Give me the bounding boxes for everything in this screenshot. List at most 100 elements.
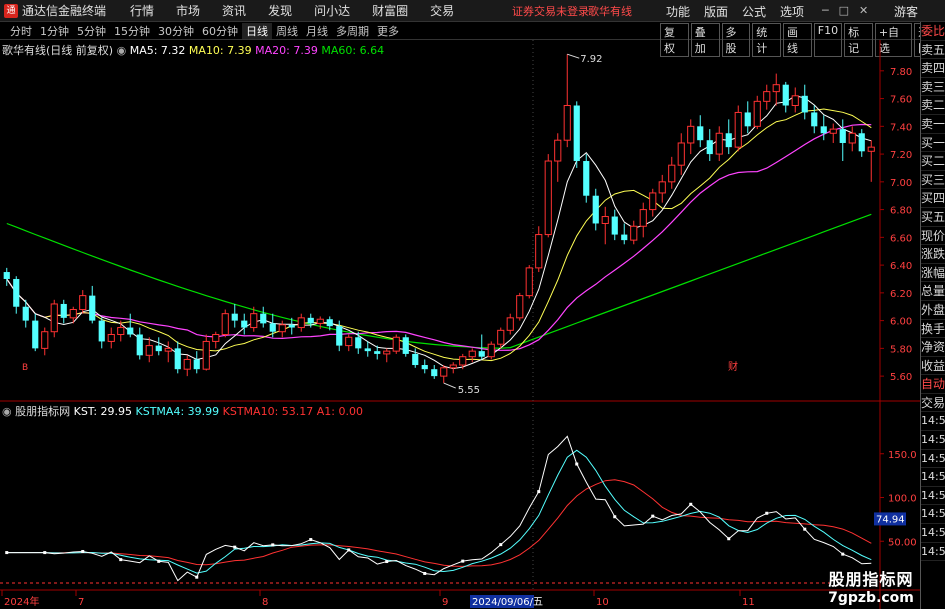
- menu-trade[interactable]: 交易: [430, 2, 454, 19]
- candle-down: [364, 348, 371, 352]
- price-axis-label: 5.60: [890, 372, 912, 383]
- candle-up: [345, 336, 353, 347]
- menu-options[interactable]: 选项: [780, 3, 804, 20]
- candle-up: [668, 164, 676, 183]
- ma60-line: [6, 213, 872, 349]
- period-tab[interactable]: 分时: [6, 23, 36, 39]
- side-item[interactable]: 买五: [921, 208, 945, 227]
- side-item[interactable]: 买四: [921, 189, 945, 208]
- menu-layout[interactable]: 版面: [704, 3, 728, 20]
- tick-time: 14:56: [921, 524, 945, 543]
- period-tab[interactable]: 多周期: [332, 23, 373, 39]
- period-tab[interactable]: 周线: [272, 23, 302, 39]
- period-tab[interactable]: 5分钟: [73, 23, 110, 39]
- candle-up: [79, 295, 87, 311]
- a1-label: A1: 0.00: [316, 405, 363, 418]
- candle-up: [383, 350, 391, 355]
- period-tab[interactable]: 月线: [302, 23, 332, 39]
- candle-down: [583, 161, 590, 196]
- period-tab[interactable]: 15分钟: [110, 23, 154, 39]
- side-item[interactable]: 收益: [921, 357, 945, 376]
- candle-up: [497, 329, 505, 345]
- side-item[interactable]: 卖五: [921, 41, 945, 60]
- side-item[interactable]: 卖四: [921, 59, 945, 78]
- date-month: 11: [742, 597, 755, 608]
- candle-up: [459, 356, 467, 366]
- close-icon[interactable]: ✕: [859, 4, 868, 17]
- kst-marker: [43, 551, 47, 555]
- candle-up: [734, 111, 742, 148]
- menu-wealth[interactable]: 财富圈: [372, 2, 408, 19]
- trade-login-status[interactable]: 证券交易未登录: [512, 3, 589, 19]
- menu-formula[interactable]: 公式: [742, 3, 766, 20]
- menu-news[interactable]: 资讯: [222, 2, 246, 19]
- kline-chart[interactable]: 7.80 7.60 7.40 7.20 7.00 6.80 6.60 6.40 6.20 6.00…: [0, 40, 920, 609]
- period-tab[interactable]: 1分钟: [36, 23, 73, 39]
- candle-up: [563, 105, 571, 141]
- candle-up: [677, 142, 685, 166]
- guest-user[interactable]: 游客: [894, 3, 918, 20]
- side-item[interactable]: 委比: [921, 22, 945, 41]
- candle-up: [449, 364, 457, 369]
- side-item[interactable]: 卖三: [921, 78, 945, 97]
- indicator-legend: ◉ 股朋指标网 KST: 29.95 KSTMA4: 39.99 KSTMA10…: [2, 403, 363, 419]
- side-item[interactable]: 净资: [921, 338, 945, 357]
- settings-icon[interactable]: ◉: [117, 44, 130, 57]
- kst-marker: [537, 490, 541, 494]
- candle-down: [839, 129, 846, 143]
- side-item[interactable]: 外盘: [921, 301, 945, 320]
- candle-up: [164, 347, 172, 352]
- side-item[interactable]: 买三: [921, 171, 945, 190]
- kst-marker: [119, 558, 123, 562]
- menu-assistant[interactable]: 问小达: [314, 2, 350, 19]
- tick-time: 14:56: [921, 487, 945, 506]
- candle-up: [107, 333, 115, 342]
- candle-down: [725, 133, 732, 148]
- period-more[interactable]: 更多: [373, 23, 403, 39]
- candle-up: [516, 295, 524, 319]
- period-tab[interactable]: 30分钟: [154, 23, 198, 39]
- app-logo-icon: 通: [4, 3, 18, 18]
- indicator-lines: [5, 435, 872, 582]
- side-item[interactable]: 买二: [921, 152, 945, 171]
- kst-marker: [727, 537, 731, 541]
- title-bar: 通 通达信金融终端 行情 市场 资讯 发现 问小达 财富圈 交易 证券交易未登录…: [0, 0, 945, 22]
- menu-quotes[interactable]: 行情: [130, 2, 154, 19]
- kst-marker: [765, 511, 769, 515]
- kst-marker: [5, 551, 9, 555]
- ma60-label: MA60: 6.64: [321, 44, 385, 57]
- minimize-icon[interactable]: ─: [822, 4, 829, 17]
- side-item[interactable]: 现价: [921, 227, 945, 246]
- candle-up: [848, 132, 856, 144]
- candle-up: [468, 350, 476, 358]
- period-tab[interactable]: 60分钟: [198, 23, 242, 39]
- right-menu: 功能 版面 公式 选项: [666, 3, 804, 20]
- period-tab-active[interactable]: 日线: [242, 22, 272, 39]
- settings-icon[interactable]: ◉: [2, 405, 15, 418]
- candle-down: [193, 359, 200, 370]
- side-item[interactable]: 交易: [921, 394, 945, 413]
- side-item[interactable]: 卖一: [921, 115, 945, 134]
- side-item[interactable]: 换手: [921, 320, 945, 339]
- menu-function[interactable]: 功能: [666, 3, 690, 20]
- side-item[interactable]: 涨跌: [921, 245, 945, 264]
- price-axis-label: 7.20: [890, 150, 912, 161]
- candle-down: [89, 295, 96, 321]
- kst-marker: [157, 559, 161, 563]
- side-item[interactable]: 买一: [921, 134, 945, 153]
- side-item[interactable]: 卖二: [921, 96, 945, 115]
- side-item[interactable]: 涨幅: [921, 264, 945, 283]
- menu-market[interactable]: 市场: [176, 2, 200, 19]
- candle-up: [212, 333, 220, 342]
- menu-discover[interactable]: 发现: [268, 2, 292, 19]
- period-toolbar: 分时 1分钟 5分钟 15分钟 30分钟 60分钟 日线 周线 月线 多周期 更…: [0, 22, 945, 57]
- candle-up: [772, 84, 780, 93]
- watermark-title: 股朋指标网: [828, 570, 914, 589]
- kst-marker: [575, 462, 579, 466]
- side-item[interactable]: 总量: [921, 282, 945, 301]
- price-axis-label: 7.80: [890, 67, 912, 78]
- maximize-icon[interactable]: □: [839, 4, 849, 17]
- kst-marker: [499, 543, 503, 547]
- side-auto-trade[interactable]: 自动: [921, 375, 945, 394]
- candle-up: [763, 91, 771, 102]
